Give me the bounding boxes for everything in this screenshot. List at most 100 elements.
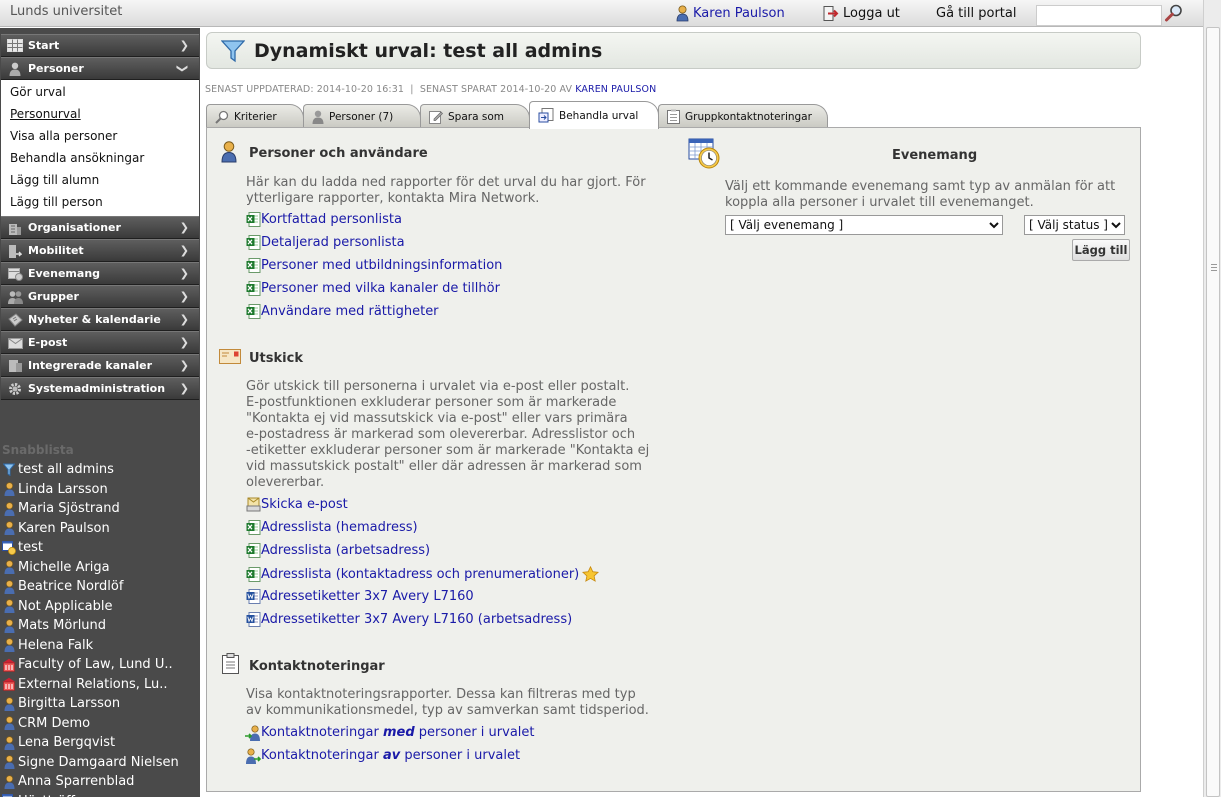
utskick-link-adresslista-hemadress[interactable]: Adresslista (hemadress): [245, 520, 418, 535]
word-icon: [245, 612, 261, 627]
report-link-kanaler[interactable]: Personer med vilka kanaler de tillhör: [245, 281, 500, 296]
event-select[interactable]: [ Välj evenemang ]: [725, 215, 1003, 235]
chevron-right-icon: ❯: [179, 336, 189, 349]
person-icon: [2, 735, 16, 750]
report-link-detaljerad-personlista[interactable]: Detaljerad personlista: [245, 235, 405, 250]
tab-spara-som[interactable]: Spara som: [420, 104, 530, 128]
link-label-emphasis: av: [382, 748, 401, 763]
sidebar-item-organisationer[interactable]: Organisationer ❯: [1, 216, 199, 239]
section-desc-personer: Här kan du ladda ned rapporter för det u…: [246, 175, 666, 207]
quicklist-item[interactable]: Anna Sparrenblad: [0, 772, 200, 792]
saved-value: 2014-10-20: [500, 84, 557, 95]
sidebar-item-label: Grupper: [28, 290, 79, 303]
scrollbar-thumb[interactable]: [1206, 27, 1220, 797]
report-link-utbildningsinformation[interactable]: Personer med utbildningsinformation: [245, 258, 502, 273]
utskick-link-adressetiketter-arbetsadress[interactable]: Adressetiketter 3x7 Avery L7160 (arbetsa…: [245, 612, 572, 627]
desc-line: vid massutskick postalt" eller där adres…: [246, 459, 642, 474]
report-link-kortfattad-personlista[interactable]: Kortfattad personlista: [245, 212, 402, 227]
utskick-link-adressetiketter[interactable]: Adressetiketter 3x7 Avery L7160: [245, 589, 474, 604]
update-info: SENAST UPPDATERAD: 2014-10-20 16:31 | SE…: [205, 84, 656, 95]
tab-gruppkontaktnoteringar[interactable]: Gruppkontaktnoteringar: [658, 104, 828, 128]
quicklist-item[interactable]: CRM Demo: [0, 714, 200, 734]
sidebar-item-integrerade-kanaler[interactable]: Integrerade kanaler ❯: [1, 354, 199, 377]
utskick-link-adresslista-arbetsadress[interactable]: Adresslista (arbetsadress): [245, 543, 430, 558]
quicklist-item-label: Helena Falk: [18, 637, 94, 653]
submenu-personurval[interactable]: Personurval: [1, 103, 199, 125]
quicklist-item[interactable]: Mats Mörlund: [0, 616, 200, 636]
sidebar-item-personer[interactable]: Personer ❯: [1, 57, 199, 80]
sidebar-item-grupper[interactable]: Grupper ❯: [1, 285, 199, 308]
submenu-lagg-till-person[interactable]: Lägg till person: [1, 191, 199, 213]
quicklist-item[interactable]: Höstträff: [0, 792, 200, 797]
person-icon: [2, 560, 16, 575]
person-icon: [676, 5, 689, 22]
tab-personer[interactable]: Personer (7): [303, 104, 421, 128]
building-icon: [7, 221, 23, 235]
quicklist-item[interactable]: Birgitta Larsson: [0, 694, 200, 714]
contact-note-icon: [245, 724, 261, 741]
excel-icon: [245, 212, 261, 227]
personer-submenu: Gör urval Personurval Visa alla personer…: [1, 80, 199, 216]
kontakt-link-med-personer[interactable]: Kontaktnoteringar med personer i urvalet: [245, 724, 535, 741]
quicklist-item[interactable]: Linda Larsson: [0, 480, 200, 500]
quicklist-item[interactable]: test: [0, 538, 200, 558]
utskick-link-adresslista-kontaktadress[interactable]: Adresslista (kontaktadress och prenumera…: [245, 566, 600, 582]
sidebar-item-nyheter[interactable]: Nyheter & kalendarie ❯: [1, 308, 199, 331]
building-icon: [2, 658, 16, 672]
status-select[interactable]: [ Välj status ]: [1024, 215, 1125, 235]
logout-icon: [823, 6, 839, 21]
quicklist-item[interactable]: Faculty of Law, Lund U..: [0, 655, 200, 675]
add-to-event-button[interactable]: Lägg till: [1072, 239, 1130, 261]
excel-icon: [245, 304, 261, 319]
quicklist-item[interactable]: External Relations, Lu..: [0, 675, 200, 695]
quicklist-item[interactable]: Maria Sjöstrand: [0, 499, 200, 519]
sidebar-item-start[interactable]: Start ❯: [1, 34, 199, 57]
sidebar-item-label: Nyheter & kalendarie: [28, 313, 161, 326]
quicklist-item[interactable]: Michelle Ariga: [0, 558, 200, 578]
page-header: Dynamiskt urval: test all admins: [206, 32, 1141, 69]
submenu-visa-alla-personer[interactable]: Visa alla personer: [1, 125, 199, 147]
logout-button[interactable]: Logga ut: [822, 5, 900, 22]
edit-icon: [429, 110, 443, 124]
notes-icon: [667, 109, 680, 124]
quicklist-item-label: Faculty of Law, Lund U..: [18, 657, 173, 673]
portal-link[interactable]: Gå till portal: [936, 6, 1016, 21]
quicklist-item[interactable]: test all admins: [0, 460, 200, 480]
chevron-right-icon: ❯: [179, 221, 189, 234]
submenu-gor-urval[interactable]: Gör urval: [1, 81, 199, 103]
desc-line: -etiketter exkluderar personer som är ma…: [246, 443, 650, 458]
report-link-rattigheter[interactable]: Användare med rättigheter: [245, 304, 439, 319]
quicklist-item[interactable]: Signe Damgaard Nielsen: [0, 753, 200, 773]
current-user-link[interactable]: Karen Paulson: [676, 5, 785, 22]
link-label: Kortfattad personlista: [261, 212, 402, 227]
search-input[interactable]: [1036, 5, 1162, 26]
tab-kriterier[interactable]: Kriterier: [206, 104, 304, 128]
submenu-behandla-ansokningar[interactable]: Behandla ansökningar: [1, 147, 199, 169]
quicklist-item[interactable]: Lena Bergqvist: [0, 733, 200, 753]
sidebar-item-systemadministration[interactable]: Systemadministration ❯: [1, 377, 199, 400]
funnel-icon: [221, 40, 245, 63]
sidebar-item-mobilitet[interactable]: Mobilitet ❯: [1, 239, 199, 262]
person-icon: [7, 62, 23, 76]
tab-label: Behandla urval: [559, 109, 639, 122]
chevron-right-icon: ❯: [179, 39, 189, 52]
updated-value: 2014-10-20 16:31: [316, 84, 404, 95]
sidebar-item-evenemang[interactable]: Evenemang ❯: [1, 262, 199, 285]
submenu-lagg-till-alumn[interactable]: Lägg till alumn: [1, 169, 199, 191]
quicklist-item[interactable]: Karen Paulson: [0, 519, 200, 539]
window-scrollbar[interactable]: [1203, 0, 1221, 797]
sidebar-item-epost[interactable]: E-post ❯: [1, 331, 199, 354]
person-icon: [2, 755, 16, 770]
saved-by-link[interactable]: KAREN PAULSON: [575, 84, 656, 95]
utskick-link-skicka-epost[interactable]: Skicka e-post: [245, 497, 348, 512]
quicklist-item[interactable]: Helena Falk: [0, 636, 200, 656]
kontakt-link-av-personer[interactable]: Kontaktnoteringar av personer i urvalet: [245, 747, 521, 764]
quicklist-item[interactable]: Beatrice Nordlöf: [0, 577, 200, 597]
tab-behandla-urval[interactable]: Behandla urval: [529, 101, 659, 129]
sidebar-item-label: Mobilitet: [28, 244, 84, 257]
link-label-suffix: personer i urvalet: [404, 748, 521, 763]
quicklist-item[interactable]: Not Applicable: [0, 597, 200, 617]
search-button[interactable]: [1162, 3, 1186, 26]
group-icon: [7, 290, 23, 304]
tab-label: Kriterier: [234, 110, 277, 123]
